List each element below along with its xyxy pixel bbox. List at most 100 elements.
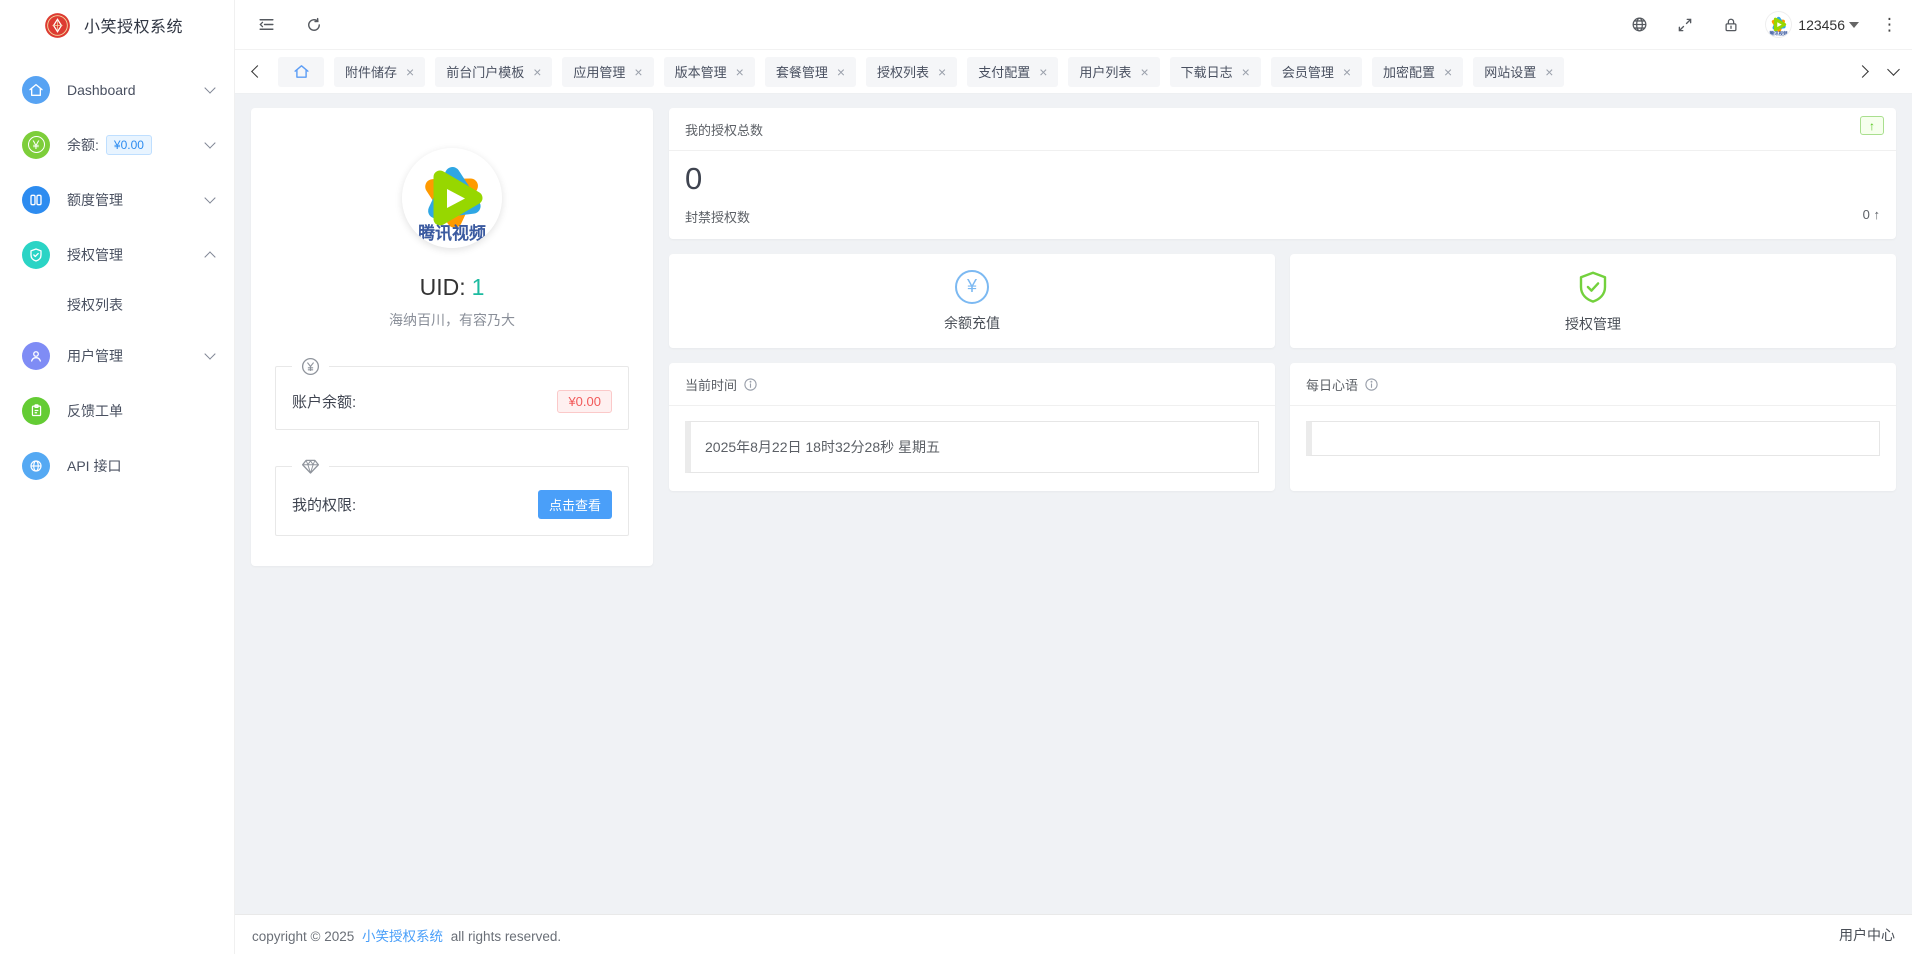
tab-close-icon[interactable]: ×	[1545, 65, 1553, 79]
tab-home[interactable]	[278, 57, 324, 87]
tab[interactable]: 用户列表 ×	[1068, 57, 1159, 87]
tabs-scroll-right-icon[interactable]	[1856, 65, 1869, 78]
tab-label: 附件储存	[345, 62, 397, 81]
time-card-title: 当前时间	[685, 375, 737, 394]
tab-label: 版本管理	[675, 62, 727, 81]
tab-close-icon[interactable]: ×	[938, 65, 946, 79]
tab-label: 套餐管理	[776, 62, 828, 81]
profile-avatar: 腾讯视频	[402, 148, 502, 248]
recharge-shortcut-card[interactable]: ¥ 余额充值	[669, 254, 1275, 348]
balance-amount-badge: ¥0.00	[106, 135, 152, 155]
brand-title: 小笑授权系统	[84, 13, 183, 37]
tab[interactable]: 支付配置 ×	[967, 57, 1058, 87]
tab-label: 下载日志	[1181, 62, 1233, 81]
brand-link[interactable]: 小笑授权系统	[362, 929, 443, 944]
sidebar-subitem-auth-list[interactable]: 授权列表	[0, 282, 234, 328]
tab[interactable]: 网站设置 ×	[1473, 57, 1564, 87]
daily-quote-input[interactable]	[1306, 421, 1880, 456]
balance-box: 账户余额: ¥0.00	[275, 356, 629, 430]
sidebar-item-dashboard[interactable]: Dashboard	[0, 62, 234, 117]
caret-down-icon	[1849, 22, 1859, 28]
tab-close-icon[interactable]: ×	[1039, 65, 1047, 79]
tab-close-icon[interactable]: ×	[406, 65, 414, 79]
tab-close-icon[interactable]: ×	[634, 65, 642, 79]
tab-label: 网站设置	[1484, 62, 1536, 81]
tab-label: 加密配置	[1383, 62, 1435, 81]
tabs-scroll-left-icon[interactable]	[251, 65, 264, 78]
chevron-down-icon	[204, 192, 215, 203]
dashboard-content: 腾讯视频 UID:1 海纳百川，有容乃大	[235, 94, 1912, 914]
tab-close-icon[interactable]: ×	[1140, 65, 1148, 79]
tab-bar: 附件储存 × 前台门户模板 × 应用管理 × 版本管理 × 套餐管理 ×	[235, 50, 1912, 94]
more-options-icon[interactable]: ⋮	[1881, 15, 1898, 35]
motto-text: 海纳百川，有容乃大	[275, 310, 629, 330]
main-area: 腾讯视频 123456 ⋮ 附件储存 ×	[235, 0, 1912, 954]
tab[interactable]: 应用管理 ×	[562, 57, 653, 87]
chevron-down-icon	[204, 137, 215, 148]
tab[interactable]: 套餐管理 ×	[765, 57, 856, 87]
uid-line: UID:1	[275, 274, 629, 301]
tab-close-icon[interactable]: ×	[837, 65, 845, 79]
tab-close-icon[interactable]: ×	[1343, 65, 1351, 79]
sidebar-item-feedback[interactable]: 反馈工单	[0, 383, 234, 438]
tab[interactable]: 下载日志 ×	[1170, 57, 1261, 87]
sidebar-item-users[interactable]: 用户管理	[0, 328, 234, 383]
auth-stats-card: 我的授权总数 ↑ 0 封禁授权数 0 ↑	[669, 108, 1896, 239]
sidebar-item-api[interactable]: API 接口	[0, 438, 234, 493]
tab[interactable]: 版本管理 ×	[664, 57, 755, 87]
banned-auth-value: 0 ↑	[1863, 207, 1880, 226]
sidebar-item-label: 额度管理	[67, 190, 123, 210]
sidebar-item-label: 反馈工单	[67, 401, 123, 421]
auth-manage-label: 授权管理	[1565, 314, 1621, 334]
uid-label: UID:	[420, 274, 466, 300]
tab-label: 授权列表	[877, 62, 929, 81]
up-arrow-icon: ↑	[1874, 207, 1881, 222]
tab-label: 支付配置	[978, 62, 1030, 81]
info-icon	[1364, 377, 1379, 392]
tab-close-icon[interactable]: ×	[533, 65, 541, 79]
view-permission-button[interactable]: 点击查看	[538, 490, 612, 519]
cards-icon	[22, 186, 50, 214]
username: 123456	[1798, 17, 1845, 33]
auth-manage-shortcut-card[interactable]: 授权管理	[1290, 254, 1896, 348]
sidebar-item-authorization[interactable]: 授权管理	[0, 227, 234, 282]
user-center-link[interactable]: 用户中心	[1839, 925, 1895, 945]
sidebar-item-quota[interactable]: 额度管理	[0, 172, 234, 227]
tab-list: 附件储存 × 前台门户模板 × 应用管理 × 版本管理 × 套餐管理 ×	[278, 57, 1840, 87]
permission-box: 我的权限: 点击查看	[275, 456, 629, 536]
tab[interactable]: 附件储存 ×	[334, 57, 425, 87]
tab[interactable]: 授权列表 ×	[866, 57, 957, 87]
tab-label: 前台门户模板	[446, 62, 524, 81]
copyright-text: copyright © 2025 小笑授权系统 all rights reser…	[252, 925, 561, 945]
brand-logo-row[interactable]: 小笑授权系统	[0, 0, 234, 50]
gem-icon	[300, 456, 321, 477]
sidebar-subitem-label: 授权列表	[67, 295, 123, 315]
tab-close-icon[interactable]: ×	[736, 65, 744, 79]
collapse-sidebar-icon[interactable]	[255, 14, 277, 36]
tab[interactable]: 会员管理 ×	[1271, 57, 1362, 87]
home-icon	[22, 76, 50, 104]
language-globe-icon[interactable]	[1628, 14, 1650, 36]
tab-close-icon[interactable]: ×	[1444, 65, 1452, 79]
fullscreen-icon[interactable]	[1674, 14, 1696, 36]
sidebar-item-balance[interactable]: ¥ 余额: ¥0.00	[0, 117, 234, 172]
clipboard-icon	[22, 397, 50, 425]
current-time-value: 2025年8月22日 18时32分28秒 星期五	[685, 421, 1259, 473]
daily-quote-card: 每日心语	[1290, 363, 1896, 491]
user-menu[interactable]: 腾讯视频 123456	[1766, 12, 1859, 37]
permission-label: 我的权限:	[292, 494, 356, 515]
lock-icon[interactable]	[1720, 14, 1742, 36]
tab[interactable]: 加密配置 ×	[1372, 57, 1463, 87]
total-auth-count: 0	[685, 161, 1880, 197]
info-icon	[743, 377, 758, 392]
refresh-icon[interactable]	[303, 14, 325, 36]
tab[interactable]: 前台门户模板 ×	[435, 57, 552, 87]
uid-value: 1	[472, 274, 485, 300]
globe-icon	[22, 452, 50, 480]
tab-label: 会员管理	[1282, 62, 1334, 81]
tab-label: 用户列表	[1079, 62, 1131, 81]
tab-close-icon[interactable]: ×	[1242, 65, 1250, 79]
tabs-menu-icon[interactable]	[1887, 63, 1900, 76]
trend-up-badge[interactable]: ↑	[1860, 116, 1884, 135]
profile-card: 腾讯视频 UID:1 海纳百川，有容乃大	[251, 108, 653, 566]
